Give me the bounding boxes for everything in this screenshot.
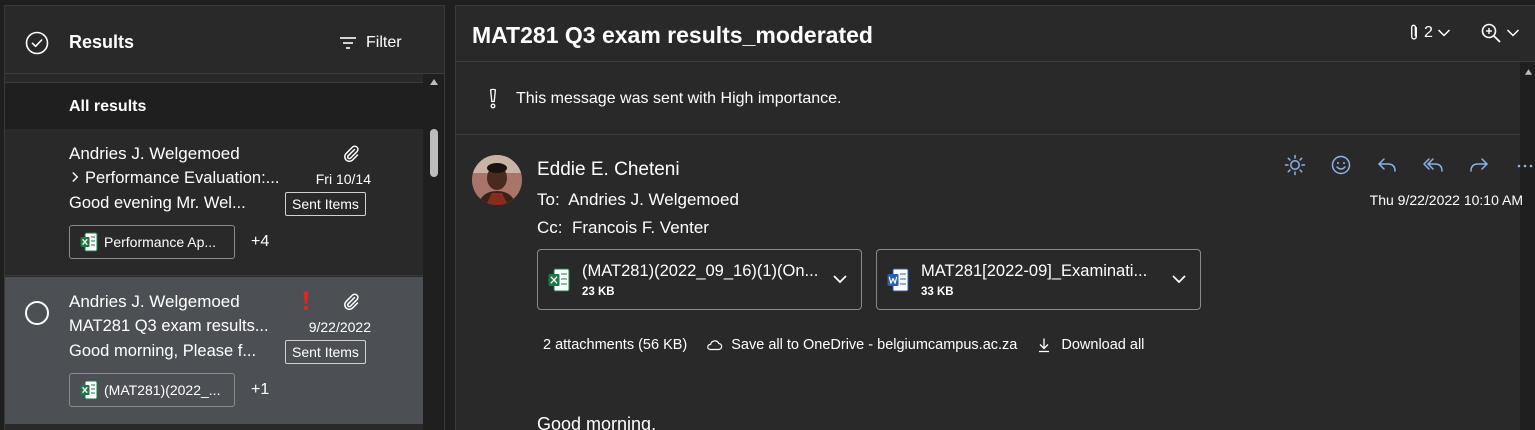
folder-badge: Sent Items [285, 192, 366, 216]
more-actions-button[interactable] [1502, 151, 1535, 179]
emoji-icon [1331, 155, 1351, 175]
filter-label: Filter [366, 34, 402, 51]
select-radio[interactable] [25, 301, 49, 325]
check-circle-icon[interactable] [25, 31, 49, 55]
results-scroll-thumb[interactable] [430, 129, 438, 177]
email-subject: MAT281 Q3 exam results_moderated [472, 22, 873, 48]
reading-pane: MAT281 Q3 exam results_moderated 2 This … [455, 5, 1535, 430]
message-subject: MAT281 Q3 exam results... [69, 317, 269, 335]
attachments-count: 2 [1424, 24, 1433, 41]
more-icon [1517, 164, 1533, 168]
paperclip-icon [344, 145, 359, 163]
attachments-summary: 2 attachments (56 KB) [543, 337, 688, 353]
attachment-card[interactable]: (MAT281)(2022_09_16)(1)(On... 23 KB [537, 249, 862, 310]
to-label: To: [537, 190, 560, 209]
cc-label: Cc: [537, 218, 563, 237]
word-file-icon [887, 268, 909, 292]
filter-button[interactable]: Filter [338, 32, 402, 54]
message-sender: Andries J. Welgemoed [69, 292, 240, 311]
attachment-chip[interactable]: (MAT281)(2022_... [69, 373, 235, 407]
sun-icon [1284, 154, 1306, 176]
excel-file-icon [80, 232, 98, 252]
chevron-down-icon [1506, 29, 1520, 37]
attachment-chip-label: Performance Ap... [104, 234, 217, 250]
reply-all-icon [1423, 158, 1443, 172]
message-preview: Good morning, Please f... [69, 342, 257, 360]
reading-pane-header: MAT281 Q3 exam results_moderated 2 [456, 6, 1535, 62]
forward-icon [1470, 158, 1488, 172]
attachment-size: 33 KB [921, 286, 954, 298]
zoom-in-icon [1481, 23, 1501, 43]
attachment-chip-label: (MAT281)(2022_... [104, 382, 221, 398]
avatar[interactable] [472, 155, 522, 205]
cloud-icon [707, 340, 723, 351]
zoom-button[interactable] [1480, 22, 1520, 44]
cc-recipients: Cc: Francois F. Venter [537, 218, 709, 238]
sun-button[interactable] [1272, 151, 1318, 179]
exclamation-icon [489, 88, 497, 109]
message-actions-toolbar [1272, 151, 1535, 179]
results-header: Results Filter [5, 6, 444, 74]
reply-all-button[interactable] [1410, 151, 1456, 179]
paperclip-icon [1411, 24, 1417, 40]
scroll-up-arrow-icon[interactable] [1524, 68, 1533, 76]
filter-icon [340, 37, 356, 49]
message-subject: Performance Evaluation:... [69, 169, 279, 188]
to-recipients: To: Andries J. Welgemoed [537, 190, 739, 210]
more-attachments-count: +1 [251, 381, 270, 398]
section-header-all-results: All results [5, 83, 423, 129]
message-list-item[interactable]: Andries J. Welgemoed Performance Evaluat… [5, 129, 423, 276]
scroll-up-arrow-icon[interactable] [429, 78, 439, 86]
message-list-item-selected[interactable]: Andries J. Welgemoed MAT281 Q3 exam resu… [5, 277, 423, 424]
results-title: Results [69, 32, 135, 52]
folder-badge: Sent Items [285, 340, 366, 364]
message-sender: Andries J. Welgemoed [69, 144, 240, 163]
to-recipient[interactable]: Andries J. Welgemoed [568, 190, 739, 209]
chevron-down-icon[interactable] [831, 270, 849, 288]
attachment-chip[interactable]: Performance Ap... [69, 225, 235, 259]
high-importance-icon [303, 291, 309, 311]
attachments-count-button[interactable]: 2 [1408, 23, 1451, 43]
reply-button[interactable] [1364, 151, 1410, 179]
results-scrollbar[interactable] [423, 74, 444, 430]
message-preview: Good evening Mr. Wel... [69, 194, 246, 212]
attachment-name: MAT281[2022-09]_Examinati... [921, 262, 1148, 280]
cc-recipient[interactable]: Francois F. Venter [572, 218, 709, 237]
message-date: Fri 10/14 [315, 171, 371, 187]
more-attachments-count: +4 [251, 233, 270, 250]
download-all-label: Download all [1061, 337, 1145, 353]
message-subject-text: Performance Evaluation:... [85, 169, 280, 187]
chevron-down-icon [1437, 29, 1450, 37]
paperclip-icon [344, 293, 359, 311]
excel-file-icon [80, 380, 98, 400]
download-all-button[interactable]: Download all [1035, 337, 1144, 353]
save-to-onedrive-button[interactable]: Save all to OneDrive - belgiumcampus.ac.… [705, 337, 1017, 353]
reply-icon [1378, 158, 1396, 172]
chevron-right-icon[interactable] [71, 169, 85, 188]
react-button[interactable] [1318, 151, 1364, 179]
section-header-label: All results [69, 98, 147, 115]
message-date: 9/22/2022 [308, 319, 371, 335]
attachment-card[interactable]: MAT281[2022-09]_Examinati... 33 KB [876, 249, 1201, 310]
email-body-text: Good morning, [537, 414, 657, 430]
save-to-onedrive-label: Save all to OneDrive - belgiumcampus.ac.… [731, 337, 1018, 353]
sender-name[interactable]: Eddie E. Cheteni [537, 159, 680, 181]
results-pane: Results Filter All results Andries J. We… [4, 5, 445, 430]
importance-notice-bar: This message was sent with High importan… [456, 62, 1520, 135]
attachments-summary-bar: 2 attachments (56 KB) Save all to OneDri… [543, 337, 1162, 353]
excel-file-icon [548, 268, 570, 292]
attachment-name: (MAT281)(2022_09_16)(1)(On... [582, 262, 819, 280]
received-timestamp: Thu 9/22/2022 10:10 AM [1369, 192, 1523, 208]
download-icon [1039, 338, 1050, 353]
reading-pane-scrollbar[interactable] [1520, 62, 1535, 430]
forward-button[interactable] [1456, 151, 1502, 179]
importance-notice-text: This message was sent with High importan… [516, 90, 842, 107]
chevron-down-icon[interactable] [1170, 270, 1188, 288]
attachment-size: 23 KB [582, 286, 615, 298]
